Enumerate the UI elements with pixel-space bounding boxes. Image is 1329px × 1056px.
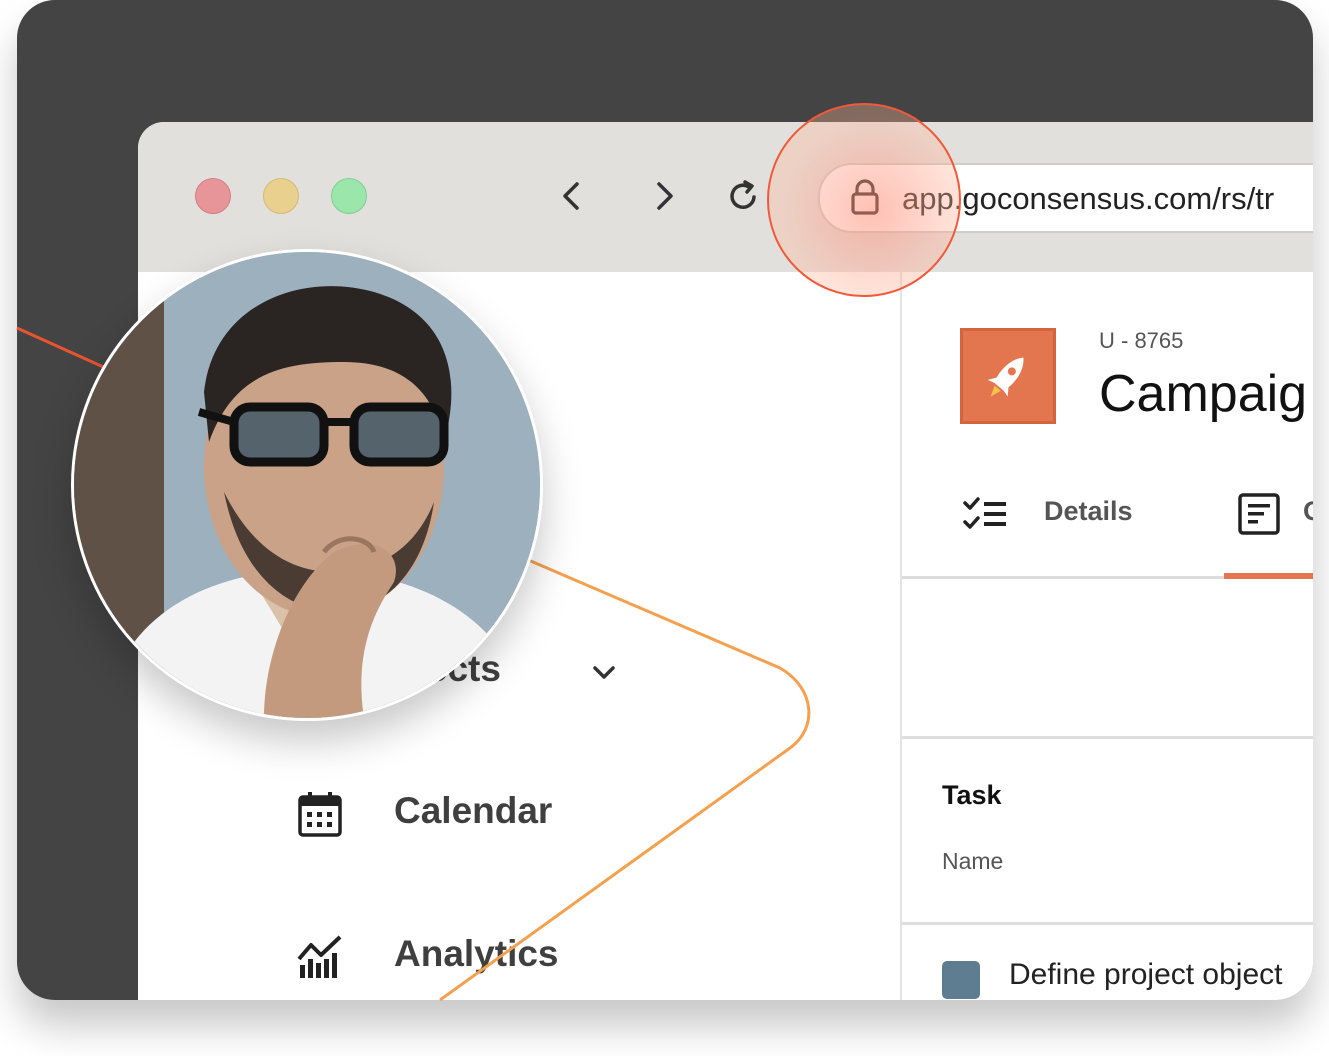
- analytics-icon: [297, 935, 342, 978]
- tab-details-label: Details: [1044, 496, 1133, 526]
- chevron-down-icon: [593, 666, 615, 679]
- chevron-right-icon: [657, 182, 673, 210]
- maximize-button[interactable]: [331, 178, 367, 214]
- highlight-circle: [767, 103, 961, 297]
- calendar-icon: [298, 792, 342, 837]
- task-heading: Task: [942, 780, 1002, 810]
- close-button[interactable]: [195, 178, 231, 214]
- back-button[interactable]: [553, 176, 593, 216]
- sidebar-item-calendar[interactable]: Calendar: [296, 784, 596, 844]
- section-divider: [902, 922, 1313, 925]
- sidebar-item-label: Calendar: [394, 790, 553, 831]
- rocket-icon: [987, 357, 1024, 397]
- task-name-label: Name: [942, 848, 1004, 874]
- project-title: Campaig: [1099, 365, 1308, 423]
- chevron-left-icon: [563, 182, 579, 210]
- task-checkbox[interactable]: [942, 961, 980, 999]
- sidebar-item-label: Analytics: [394, 933, 559, 974]
- profile-photo: [71, 249, 543, 721]
- section-divider: [902, 736, 1313, 739]
- minimize-button[interactable]: [263, 178, 299, 214]
- man-in-glasses-portrait: [74, 252, 540, 718]
- reload-icon: [730, 180, 756, 209]
- project-icon: [960, 328, 1056, 424]
- task-row-text: Define project object: [1009, 958, 1283, 991]
- tab-overview[interactable]: O: [1237, 492, 1313, 536]
- main-panel: U - 8765 Campaig Details Task Name Defin…: [902, 272, 1313, 1000]
- active-tab-indicator: [1224, 573, 1313, 579]
- tab-overview-label: O: [1303, 496, 1313, 527]
- forward-button[interactable]: [643, 176, 683, 216]
- project-code: U - 8765: [1099, 328, 1184, 353]
- checklist-icon: [963, 497, 1006, 529]
- sidebar-item-analytics[interactable]: Analytics: [296, 927, 596, 987]
- document-icon: [1238, 493, 1280, 535]
- reload-button[interactable]: [723, 176, 763, 216]
